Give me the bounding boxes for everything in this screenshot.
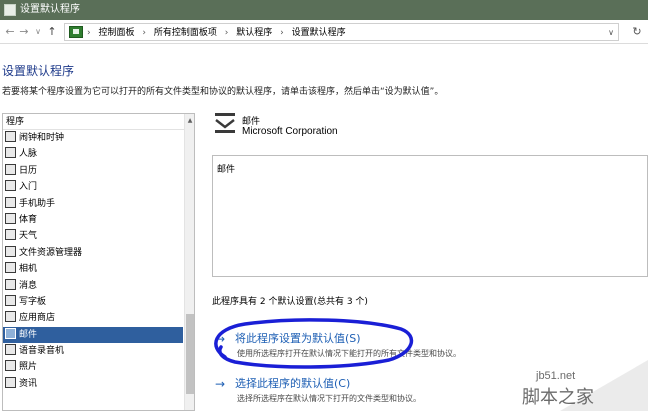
history-dropdown-icon[interactable]: ∨ bbox=[32, 24, 44, 40]
mic-icon bbox=[5, 344, 16, 356]
breadcrumb-control-panel[interactable]: 控制面板 bbox=[98, 26, 134, 40]
program-description-box: 邮件 bbox=[212, 155, 648, 277]
choose-defaults-link[interactable]: → 选择此程序的默认值(C) 选择所选程序在默认情况下打开的文件类型和协议。 bbox=[215, 377, 515, 407]
program-item-sports[interactable]: 体育 bbox=[3, 212, 183, 228]
message-icon bbox=[5, 278, 16, 290]
window-title: 设置默认程序 bbox=[20, 4, 80, 15]
program-item-get-started[interactable]: 入门 bbox=[3, 179, 183, 195]
forward-icon[interactable]: → bbox=[18, 24, 30, 40]
watermark-url: jb51.net bbox=[536, 370, 576, 382]
breadcrumb-set-default-programs[interactable]: 设置默认程序 bbox=[292, 26, 346, 40]
get-started-icon bbox=[5, 180, 16, 192]
list-scrollbar[interactable]: ▲ bbox=[184, 114, 194, 410]
scroll-thumb[interactable] bbox=[186, 314, 194, 394]
program-item-mail[interactable]: 邮件 bbox=[3, 326, 183, 344]
program-item-phone[interactable]: 手机助手 bbox=[3, 196, 183, 212]
program-item-store[interactable]: 应用商店 bbox=[3, 310, 183, 326]
program-item-photos[interactable]: 照片 bbox=[3, 359, 183, 375]
calendar-icon bbox=[5, 163, 16, 175]
weather-icon bbox=[5, 229, 16, 241]
folder-icon bbox=[5, 245, 16, 257]
program-item-clock[interactable]: 闹钟和时钟 bbox=[3, 130, 183, 146]
mail-icon bbox=[5, 327, 16, 339]
store-icon bbox=[5, 311, 16, 323]
navigation-bar: ← → ∨ ↑ › 控制面板 › 所有控制面板项 › 默认程序 › 设置默认程序… bbox=[0, 20, 648, 44]
page-title: 设置默认程序 bbox=[2, 64, 75, 78]
up-icon[interactable]: ↑ bbox=[46, 24, 58, 40]
program-item-news[interactable]: 资讯 bbox=[3, 376, 183, 392]
program-item-voice-recorder[interactable]: 语音录音机 bbox=[3, 343, 183, 359]
title-bar: 设置默认程序 bbox=[0, 0, 648, 20]
program-item-file-explorer[interactable]: 文件资源管理器 bbox=[3, 245, 183, 261]
back-icon[interactable]: ← bbox=[4, 24, 16, 40]
breadcrumb-separator-icon[interactable]: › bbox=[225, 26, 229, 40]
page-description: 若要将某个程序设置为它可以打开的所有文件类型和协议的默认程序，请单击该程序，然后… bbox=[2, 87, 444, 97]
program-company: Microsoft Corporation bbox=[242, 126, 338, 137]
control-panel-icon bbox=[69, 26, 83, 38]
program-items: 闹钟和时钟 人脉 日历 入门 手机助手 体育 天气 文件资源管理器 相机 消息 … bbox=[3, 130, 183, 392]
program-item-people[interactable]: 人脉 bbox=[3, 146, 183, 162]
choose-defaults-title[interactable]: 选择此程序的默认值(C) bbox=[235, 377, 350, 391]
mail-app-icon bbox=[215, 113, 235, 133]
breadcrumb-default-programs[interactable]: 默认程序 bbox=[236, 26, 272, 40]
breadcrumb-separator-icon[interactable]: › bbox=[280, 26, 284, 40]
news-icon bbox=[5, 376, 16, 388]
breadcrumb-all-items[interactable]: 所有控制面板项 bbox=[154, 26, 217, 40]
clock-icon bbox=[5, 131, 16, 142]
program-description: 邮件 bbox=[217, 165, 236, 175]
program-list[interactable]: 程序 闹钟和时钟 人脉 日历 入门 手机助手 体育 天气 文件资源管理器 相机 … bbox=[2, 113, 195, 411]
program-item-calendar[interactable]: 日历 bbox=[3, 163, 183, 179]
breadcrumb-separator-icon[interactable]: › bbox=[142, 26, 146, 40]
wordpad-icon bbox=[5, 294, 16, 306]
annotation-circle bbox=[214, 318, 414, 369]
address-dropdown-icon[interactable]: ∨ bbox=[608, 26, 614, 40]
people-icon bbox=[5, 147, 16, 159]
trophy-icon bbox=[5, 212, 16, 224]
camera-icon bbox=[5, 262, 16, 274]
breadcrumb-separator-icon: › bbox=[87, 28, 91, 38]
address-bar[interactable]: › 控制面板 › 所有控制面板项 › 默认程序 › 设置默认程序 ∨ bbox=[64, 23, 619, 41]
defaults-count: 此程序具有 2 个默认设置(总共有 3 个) bbox=[212, 297, 368, 307]
program-item-camera[interactable]: 相机 bbox=[3, 261, 183, 277]
breadcrumb: › 控制面板 › 所有控制面板项 › 默认程序 › 设置默认程序 bbox=[87, 26, 351, 40]
window-icon bbox=[4, 4, 16, 16]
watermark-site-name: 脚本之家 bbox=[522, 387, 594, 408]
list-header[interactable]: 程序 bbox=[3, 114, 194, 130]
choose-defaults-subtitle: 选择所选程序在默认情况下打开的文件类型和协议。 bbox=[237, 394, 421, 403]
refresh-icon[interactable]: ↻ bbox=[630, 24, 644, 40]
scroll-up-icon[interactable]: ▲ bbox=[185, 116, 194, 126]
photos-icon bbox=[5, 360, 16, 372]
program-item-wordpad[interactable]: 写字板 bbox=[3, 294, 183, 310]
arrow-right-icon: → bbox=[215, 377, 226, 391]
program-item-messaging[interactable]: 消息 bbox=[3, 278, 183, 294]
program-item-weather[interactable]: 天气 bbox=[3, 228, 183, 244]
phone-icon bbox=[5, 196, 16, 208]
